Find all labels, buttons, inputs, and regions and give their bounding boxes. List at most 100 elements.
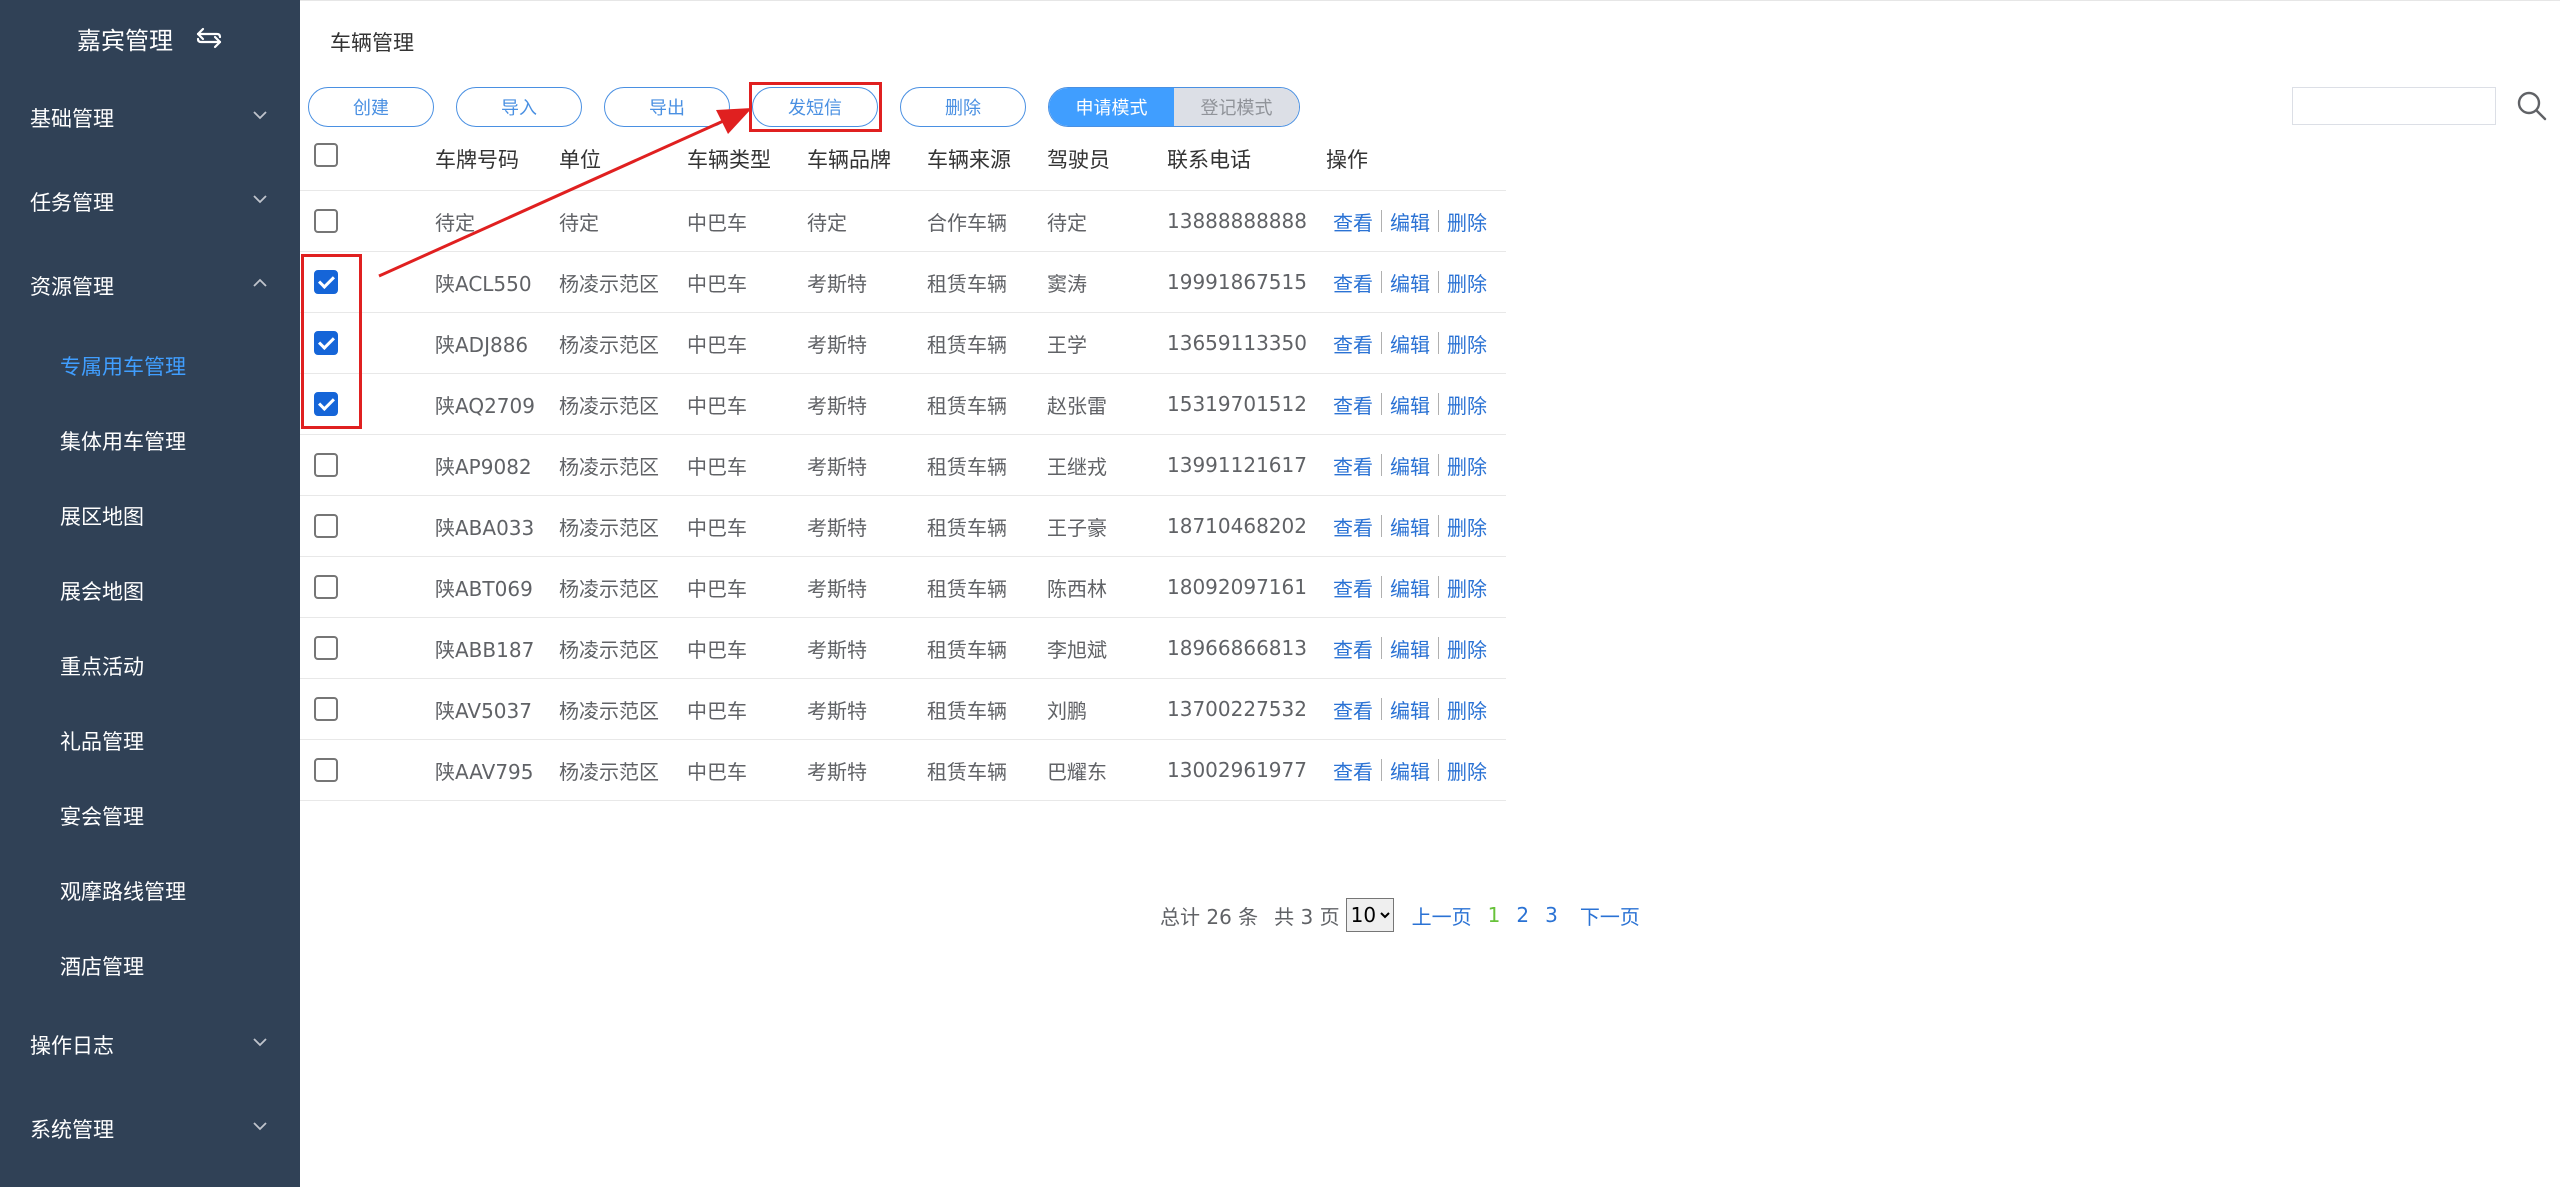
sidebar-group-resource[interactable]: 资源管理: [0, 244, 300, 328]
cell-driver: 赵张雷: [1047, 393, 1107, 418]
row-actions: 查看 编辑 删除: [1333, 374, 1487, 434]
cell-phone: 13700227532: [1167, 697, 1307, 721]
cell-source: 租赁车辆: [927, 759, 1007, 784]
edit-link[interactable]: 编辑: [1390, 634, 1430, 663]
sidebar-item-exhibit-area-map[interactable]: 展区地图: [0, 478, 300, 553]
row-actions: 查看 编辑 删除: [1333, 435, 1487, 495]
view-link[interactable]: 查看: [1333, 634, 1373, 663]
sidebar-group-label: 操作日志: [30, 1034, 114, 1058]
delete-link[interactable]: 删除: [1447, 390, 1487, 419]
page-link-1[interactable]: 1: [1488, 903, 1501, 927]
row-checkbox[interactable]: [314, 453, 338, 477]
edit-link[interactable]: 编辑: [1390, 695, 1430, 724]
cell-source: 租赁车辆: [927, 637, 1007, 662]
action-divider: [1381, 271, 1382, 293]
cell-source: 租赁车辆: [927, 454, 1007, 479]
search-icon[interactable]: [2514, 88, 2550, 124]
row-checkbox[interactable]: [314, 575, 338, 599]
row-checkbox[interactable]: [314, 209, 338, 233]
import-button[interactable]: 导入: [456, 87, 582, 127]
table-row: 陕ABA033 杨凌示范区 中巴车 考斯特 租赁车辆 王子豪 18710468202 查看 编辑…: [300, 496, 1506, 557]
action-divider: [1438, 759, 1439, 781]
delete-link[interactable]: 删除: [1447, 695, 1487, 724]
row-actions: 查看 编辑 删除: [1333, 679, 1487, 739]
delete-link[interactable]: 删除: [1447, 207, 1487, 236]
delete-button[interactable]: 删除: [900, 87, 1026, 127]
prev-page-link[interactable]: 上一页: [1412, 901, 1472, 930]
export-button[interactable]: 导出: [604, 87, 730, 127]
action-divider: [1381, 637, 1382, 659]
cell-plate: 陕ABA033: [435, 515, 535, 540]
view-link[interactable]: 查看: [1333, 695, 1373, 724]
delete-link[interactable]: 删除: [1447, 451, 1487, 480]
row-checkbox[interactable]: [314, 636, 338, 660]
cell-brand: 考斯特: [807, 515, 867, 540]
edit-link[interactable]: 编辑: [1390, 268, 1430, 297]
edit-link[interactable]: 编辑: [1390, 512, 1430, 541]
edit-link[interactable]: 编辑: [1390, 329, 1430, 358]
edit-link[interactable]: 编辑: [1390, 390, 1430, 419]
action-divider: [1438, 271, 1439, 293]
mode-apply-tab[interactable]: 申请模式: [1049, 88, 1174, 126]
total-count: 总计 26 条: [1160, 904, 1259, 929]
sidebar-group-oplog[interactable]: 操作日志: [0, 1003, 300, 1087]
page-size-select[interactable]: 102050: [1345, 898, 1394, 932]
row-actions: 查看 编辑 删除: [1333, 496, 1487, 556]
row-checkbox[interactable]: [314, 758, 338, 782]
sidebar-item-gifts[interactable]: 礼品管理: [0, 703, 300, 778]
cell-phone: 13002961977: [1167, 758, 1307, 782]
edit-link[interactable]: 编辑: [1390, 573, 1430, 602]
sidebar-group-basic[interactable]: 基础管理: [0, 76, 300, 160]
view-link[interactable]: 查看: [1333, 756, 1373, 785]
row-checkbox[interactable]: [314, 697, 338, 721]
sidebar-item-banquets[interactable]: 宴会管理: [0, 778, 300, 853]
cell-unit: 杨凌示范区: [559, 271, 659, 296]
sidebar-group-label: 基础管理: [30, 107, 114, 131]
create-button[interactable]: 创建: [308, 87, 434, 127]
view-link[interactable]: 查看: [1333, 573, 1373, 602]
view-link[interactable]: 查看: [1333, 512, 1373, 541]
action-divider: [1381, 332, 1382, 354]
sidebar-item-key-events[interactable]: 重点活动: [0, 628, 300, 703]
sidebar-group-system[interactable]: 系统管理: [0, 1087, 300, 1171]
sidebar-item-exclusive-vehicle[interactable]: 专属用车管理: [0, 328, 300, 403]
table-row: 待定 待定 中巴车 待定 合作车辆 待定 13888888888 查看 编辑 删除: [300, 191, 1506, 252]
view-link[interactable]: 查看: [1333, 268, 1373, 297]
column-header: 车辆品牌: [807, 148, 891, 172]
edit-link[interactable]: 编辑: [1390, 756, 1430, 785]
delete-link[interactable]: 删除: [1447, 512, 1487, 541]
swap-icon[interactable]: [195, 26, 223, 50]
view-link[interactable]: 查看: [1333, 329, 1373, 358]
cell-plate: 陕ADJ886: [435, 332, 529, 357]
next-page-link[interactable]: 下一页: [1580, 901, 1640, 930]
edit-link[interactable]: 编辑: [1390, 207, 1430, 236]
page-link-3[interactable]: 3: [1545, 903, 1558, 927]
view-link[interactable]: 查看: [1333, 390, 1373, 419]
cell-unit: 杨凌示范区: [559, 332, 659, 357]
sidebar-item-group-vehicle[interactable]: 集体用车管理: [0, 403, 300, 478]
action-divider: [1381, 515, 1382, 537]
delete-link[interactable]: 删除: [1447, 756, 1487, 785]
row-checkbox[interactable]: [314, 514, 338, 538]
sidebar-group-task[interactable]: 任务管理: [0, 160, 300, 244]
search-input[interactable]: [2292, 87, 2496, 125]
mode-register-tab[interactable]: 登记模式: [1174, 88, 1299, 126]
edit-link[interactable]: 编辑: [1390, 451, 1430, 480]
sidebar-item-tour-routes[interactable]: 观摩路线管理: [0, 853, 300, 928]
cell-unit: 杨凌示范区: [559, 637, 659, 662]
view-link[interactable]: 查看: [1333, 451, 1373, 480]
action-divider: [1438, 332, 1439, 354]
page-link-2[interactable]: 2: [1516, 903, 1529, 927]
sidebar-item-expo-map[interactable]: 展会地图: [0, 553, 300, 628]
delete-link[interactable]: 删除: [1447, 268, 1487, 297]
delete-link[interactable]: 删除: [1447, 329, 1487, 358]
delete-link[interactable]: 删除: [1447, 634, 1487, 663]
select-all-checkbox[interactable]: [314, 143, 338, 167]
sidebar: 嘉宾管理 基础管理 任务管理 资源管理 专属用车管理 集体用车管理 展区地图 展…: [0, 0, 300, 1187]
cell-phone: 13659113350: [1167, 331, 1307, 355]
chevron-down-icon: [252, 1121, 268, 1131]
sidebar-item-hotels[interactable]: 酒店管理: [0, 928, 300, 1003]
view-link[interactable]: 查看: [1333, 207, 1373, 236]
cell-unit: 杨凌示范区: [559, 393, 659, 418]
delete-link[interactable]: 删除: [1447, 573, 1487, 602]
